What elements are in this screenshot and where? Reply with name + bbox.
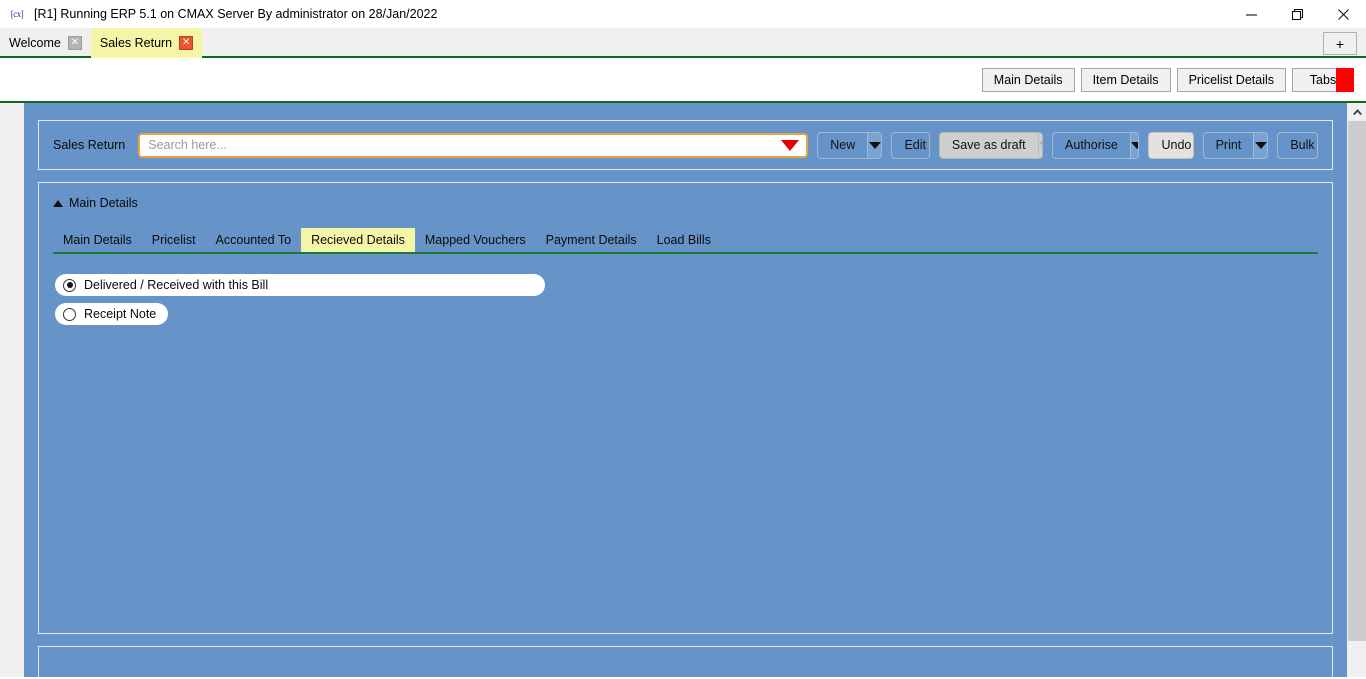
received-details-options: Delivered / Received with this Bill Rece… (39, 254, 1332, 332)
radio-label: Delivered / Received with this Bill (84, 278, 269, 292)
tab-pricelist[interactable]: Pricelist (142, 228, 206, 252)
form-canvas: Sales Return New Edit Save as draft (24, 103, 1347, 677)
main-details-button[interactable]: Main Details (981, 67, 1075, 92)
authorise-button[interactable]: Authorise (1052, 131, 1140, 159)
document-tab-sales-return[interactable]: Sales Return ✕ (90, 28, 203, 58)
pricelist-details-button[interactable]: Pricelist Details (1176, 67, 1286, 92)
bulk-button[interactable]: Bulk (1277, 131, 1318, 159)
undo-button[interactable]: Undo (1148, 131, 1194, 159)
secondary-panel (38, 646, 1333, 677)
search-input[interactable] (148, 138, 782, 152)
document-tab-welcome[interactable]: Welcome ✕ (0, 28, 91, 58)
document-tabbar: Welcome ✕ Sales Return ✕ + (0, 28, 1366, 58)
radio-delivered-received-with-bill[interactable]: Delivered / Received with this Bill (55, 274, 545, 296)
add-tab-button[interactable]: + (1323, 32, 1357, 55)
print-button-label: Print (1215, 138, 1242, 152)
red-highlight-marker (1336, 67, 1354, 92)
document-tab-label: Sales Return (99, 36, 173, 50)
save-as-draft-dropdown-toggle[interactable] (1037, 132, 1043, 158)
cx-logo-icon: [cx] (10, 9, 24, 19)
record-toolbar-panel: Sales Return New Edit Save as draft (38, 120, 1333, 170)
bulk-button-label: Bulk (1290, 138, 1315, 152)
scrollbar-track[interactable] (1347, 121, 1366, 677)
close-icon[interactable]: ✕ (67, 36, 82, 50)
window-titlebar: [cx] [R1] Running ERP 5.1 on CMAX Server… (0, 0, 1366, 28)
edit-button-label: Edit (904, 138, 927, 152)
chevron-up-icon[interactable] (1347, 103, 1366, 121)
module-toolbar: Main Details Item Details Pricelist Deta… (0, 58, 1366, 103)
radio-unselected-icon[interactable] (63, 307, 76, 321)
new-dropdown-toggle[interactable] (867, 132, 882, 158)
main-details-section-header[interactable]: Main Details (39, 183, 1332, 210)
save-as-draft-button[interactable]: Save as draft (938, 131, 1044, 159)
radio-selected-icon[interactable] (63, 278, 76, 292)
tabs-button-wrapper: Tabs (1292, 67, 1354, 92)
section-title: Main Details (69, 196, 138, 210)
undo-button-label: Undo (1161, 138, 1192, 152)
new-button[interactable]: New (817, 131, 883, 159)
tab-load-bills[interactable]: Load Bills (647, 228, 721, 252)
save-as-draft-label: Save as draft (951, 138, 1026, 152)
chevron-down-icon (1130, 141, 1139, 149)
window-title: [R1] Running ERP 5.1 on CMAX Server By a… (34, 7, 438, 21)
tab-payment-details[interactable]: Payment Details (536, 228, 647, 252)
vertical-scrollbar[interactable] (1347, 103, 1366, 677)
radio-receipt-note[interactable]: Receipt Note (55, 303, 169, 325)
minimize-button[interactable] (1228, 0, 1274, 28)
form-title: Sales Return (53, 138, 126, 152)
tab-mapped-vouchers[interactable]: Mapped Vouchers (415, 228, 536, 252)
chevron-down-icon (1038, 141, 1043, 149)
window-controls (1228, 0, 1366, 28)
close-button[interactable] (1320, 0, 1366, 28)
tab-recieved-details[interactable]: Recieved Details (301, 228, 415, 252)
left-gutter (0, 103, 12, 677)
new-button-label: New (830, 138, 856, 152)
radio-label: Receipt Note (84, 307, 157, 321)
print-button[interactable]: Print (1202, 131, 1269, 159)
close-icon[interactable]: ✕ (179, 36, 194, 50)
workspace: Sales Return New Edit Save as draft (0, 103, 1366, 677)
main-details-panel: Main Details Main Details Pricelist Acco… (38, 182, 1333, 634)
caret-down-icon[interactable] (781, 139, 800, 151)
authorise-dropdown-toggle[interactable] (1129, 132, 1139, 158)
chevron-down-icon (1254, 141, 1267, 149)
triangle-up-icon (53, 199, 63, 207)
scrollbar-thumb[interactable] (1347, 121, 1366, 641)
document-tab-label: Welcome (9, 36, 61, 50)
print-dropdown-toggle[interactable] (1253, 132, 1268, 158)
edit-button[interactable]: Edit (891, 131, 930, 159)
add-tab-wrapper: + (1323, 32, 1357, 55)
chevron-down-icon (868, 141, 881, 149)
maximize-button[interactable] (1274, 0, 1320, 28)
authorise-button-label: Authorise (1065, 138, 1118, 152)
item-details-button[interactable]: Item Details (1080, 67, 1171, 92)
tab-main-details[interactable]: Main Details (53, 228, 142, 252)
detail-tabstrip: Main Details Pricelist Accounted To Reci… (53, 228, 1318, 254)
search-box[interactable] (138, 132, 809, 158)
tab-accounted-to[interactable]: Accounted To (206, 228, 302, 252)
